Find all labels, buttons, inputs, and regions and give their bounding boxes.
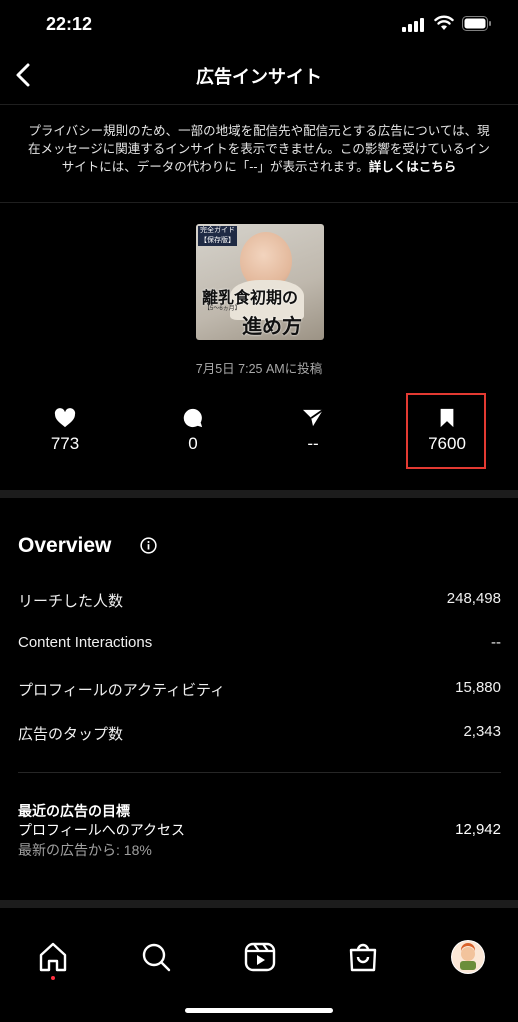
row-value: 15,880: [455, 679, 501, 696]
wifi-icon: [434, 15, 454, 30]
row-label: プロフィールのアクティビティ: [18, 682, 226, 699]
overview-title: Overview: [18, 534, 112, 557]
notice-divider: [0, 202, 518, 203]
section-divider: [0, 490, 518, 498]
comment-icon: [183, 408, 203, 428]
heart-icon: [54, 408, 76, 428]
profile-avatar[interactable]: [451, 940, 485, 974]
cellular-signal-icon: [402, 18, 424, 32]
likes-count: 773: [50, 434, 80, 453]
row-value: 2,343: [463, 723, 501, 740]
thumbnail-title-line2: 進め方: [242, 314, 302, 338]
status-time: 22:12: [46, 14, 93, 34]
shares-stat: --: [258, 408, 368, 454]
reels-icon[interactable]: [243, 940, 277, 974]
row-label: Content Interactions: [18, 634, 153, 651]
overview-divider: [18, 772, 501, 773]
shop-icon[interactable]: [346, 940, 380, 974]
likes-stat: 773: [10, 408, 120, 454]
ad-goal-value: 12,942: [455, 821, 501, 838]
row-label: 広告のタップ数: [18, 726, 124, 743]
privacy-notice: プライバシー規則のため、一部の地域を配信先や配信元とする広告については、現在メッ…: [28, 122, 490, 176]
battery-icon: [462, 16, 491, 31]
thumbnail-tag: 完全ガイド: [198, 226, 237, 236]
thumbnail-subtitle: 【5〜6ヵ月】: [204, 306, 241, 312]
comments-stat: 0: [138, 408, 248, 454]
thumbnail-tag-2: 【保存版】: [198, 236, 237, 246]
home-indicator: [185, 1008, 333, 1013]
ad-goal-heading: 最近の広告の目標: [18, 803, 130, 819]
header-divider: [0, 104, 518, 105]
posted-date: 7月5日 7:25 AMに投稿: [195, 362, 323, 376]
learn-more-link[interactable]: 詳しくはこちら: [369, 160, 457, 174]
saves-highlight-box: [406, 393, 486, 469]
page-title: 広告インサイト: [196, 67, 322, 87]
row-label: リーチした人数: [18, 593, 124, 610]
send-icon: [303, 409, 324, 427]
row-value: 248,498: [446, 590, 501, 607]
search-icon[interactable]: [139, 940, 173, 974]
row-value: --: [491, 634, 501, 651]
info-icon[interactable]: [140, 537, 157, 554]
post-thumbnail[interactable]: 完全ガイド 【保存版】 離乳食初期の 【5〜6ヵ月】 進め方: [196, 224, 324, 340]
ad-goal-label: プロフィールへのアクセス: [18, 822, 186, 838]
home-icon[interactable]: [36, 940, 70, 974]
bottom-divider: [0, 900, 518, 908]
ad-goal-sub: 最新の広告から: 18%: [18, 842, 152, 858]
avatar-image: [452, 941, 484, 973]
comments-count: 0: [188, 434, 198, 453]
notification-dot: [51, 976, 55, 980]
shares-count: --: [307, 434, 319, 453]
